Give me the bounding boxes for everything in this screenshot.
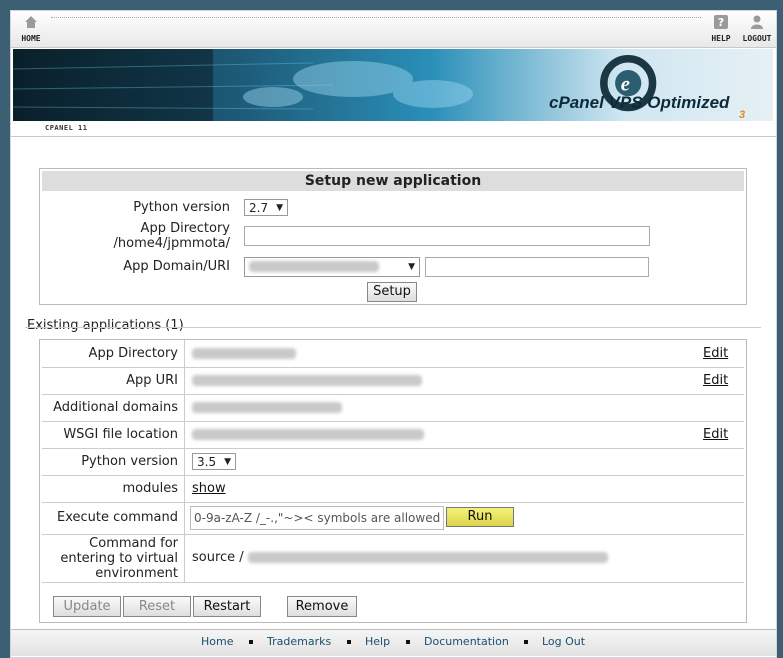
footer-help-link[interactable]: Help — [365, 635, 390, 648]
home-button[interactable]: HOME — [11, 14, 51, 43]
footer-trademarks-link[interactable]: Trademarks — [267, 635, 331, 648]
footer-home-link[interactable]: Home — [201, 635, 233, 648]
run-button[interactable]: Run — [446, 507, 514, 527]
row-label: Python version — [81, 454, 178, 469]
existing-python-version-value: 3.5 — [197, 455, 217, 469]
venv-label-line-3: environment — [95, 566, 178, 581]
cpanel-banner: e cPanel VPS Optimized 3 — [13, 49, 773, 121]
app-uri-row: App URI Edit — [42, 367, 744, 395]
cpanel-window: HOME ? HELP LOGOUT e cPanel VPS Optimize… — [10, 10, 777, 658]
app-uri-input[interactable] — [425, 257, 649, 277]
redacted-path — [247, 552, 608, 563]
chevron-down-icon: ▼ — [276, 203, 283, 213]
help-icon: ? — [714, 15, 728, 29]
edit-app-uri-link[interactable]: Edit — [703, 373, 728, 388]
row-label: App Directory — [88, 346, 178, 361]
additional-domains-row: Additional domains — [42, 394, 744, 422]
app-directory-row: App Directory Edit — [42, 340, 744, 368]
brand-version: 3 — [739, 109, 746, 121]
app-directory-input[interactable] — [244, 226, 650, 246]
wsgi-file-value — [192, 427, 424, 442]
app-domain-label: App Domain/URI — [123, 259, 230, 274]
existing-application-panel: App Directory Edit App URI Edit Addition… — [39, 339, 747, 623]
app-domain-select[interactable]: ▼ — [244, 257, 420, 277]
restart-button[interactable]: Restart — [193, 596, 261, 617]
svg-text:?: ? — [718, 16, 724, 29]
home-icon — [25, 16, 37, 28]
footer-separator — [406, 640, 410, 644]
top-navigation-bar: HOME ? HELP LOGOUT — [11, 11, 776, 48]
footer-separator — [524, 640, 528, 644]
additional-domains-value — [192, 400, 342, 415]
row-label: Command for entering to virtual environm… — [42, 536, 178, 581]
edit-app-directory-link[interactable]: Edit — [703, 346, 728, 361]
remove-button[interactable]: Remove — [287, 596, 357, 617]
footer-separator — [347, 640, 351, 644]
help-button[interactable]: ? HELP — [701, 14, 741, 43]
setup-panel-title: Setup new application — [42, 171, 744, 191]
edit-wsgi-link[interactable]: Edit — [703, 427, 728, 442]
modules-row: modules show — [42, 475, 744, 503]
python-version-select[interactable]: 2.7 ▼ — [244, 199, 288, 216]
setup-button[interactable]: Setup — [367, 282, 417, 302]
row-label: modules — [122, 481, 179, 496]
venv-command-row: Command for entering to virtual environm… — [42, 534, 744, 583]
python-version-row: Python version 3.5 ▼ — [42, 448, 744, 476]
app-directory-value — [192, 346, 296, 361]
logout-button[interactable]: LOGOUT — [737, 14, 777, 43]
footer-logout-link[interactable]: Log Out — [542, 635, 585, 648]
wsgi-file-row: WSGI file location Edit — [42, 421, 744, 449]
help-label: HELP — [711, 34, 731, 43]
row-label: Execute command — [56, 510, 178, 525]
python-version-value: 2.7 — [249, 201, 269, 215]
row-label: App URI — [126, 373, 178, 388]
footer-nav: Home Trademarks Help Documentation Log O… — [11, 629, 776, 656]
execute-command-row: Execute command 0-9a-zA-Z /_-.,"~>< symb… — [42, 502, 744, 535]
section-divider — [25, 327, 761, 328]
chevron-down-icon: ▼ — [408, 262, 415, 272]
redacted-domain — [249, 261, 379, 272]
execute-command-input[interactable]: 0-9a-zA-Z /_-.,"~>< symbols are allowed — [190, 506, 444, 530]
footer-documentation-link[interactable]: Documentation — [424, 635, 509, 648]
home-label: HOME — [21, 34, 41, 43]
logout-label: LOGOUT — [742, 34, 772, 43]
venv-label-line-2: entering to virtual — [60, 551, 178, 566]
footer-separator — [249, 640, 253, 644]
show-modules-link[interactable]: show — [192, 481, 226, 496]
python-version-label: Python version — [133, 200, 230, 215]
breadcrumb-cpanel[interactable]: CPANEL 11 — [45, 124, 87, 132]
brand-text: cPanel VPS Optimized — [549, 93, 730, 112]
venv-command-value: source / — [192, 550, 608, 565]
chevron-down-icon: ▼ — [224, 457, 231, 467]
toolbar-divider — [51, 17, 701, 18]
reset-button[interactable]: Reset — [123, 596, 191, 617]
row-label: WSGI file location — [63, 427, 178, 442]
existing-applications-title: Existing applications (1) — [27, 318, 184, 333]
breadcrumb: CPANEL 11 — [11, 124, 776, 137]
venv-label-line-1: Command for — [89, 536, 178, 551]
app-uri-value — [192, 373, 422, 388]
app-directory-prefix: /home4/jpmmota/ — [113, 236, 230, 251]
update-button[interactable]: Update — [53, 596, 121, 617]
setup-application-panel: Setup new application Python version 2.7… — [39, 168, 747, 305]
source-prefix: source / — [192, 550, 244, 565]
existing-python-version-select[interactable]: 3.5 ▼ — [192, 453, 236, 470]
row-label: Additional domains — [53, 400, 178, 415]
user-icon — [751, 15, 763, 29]
app-directory-label: App Directory — [140, 221, 230, 236]
